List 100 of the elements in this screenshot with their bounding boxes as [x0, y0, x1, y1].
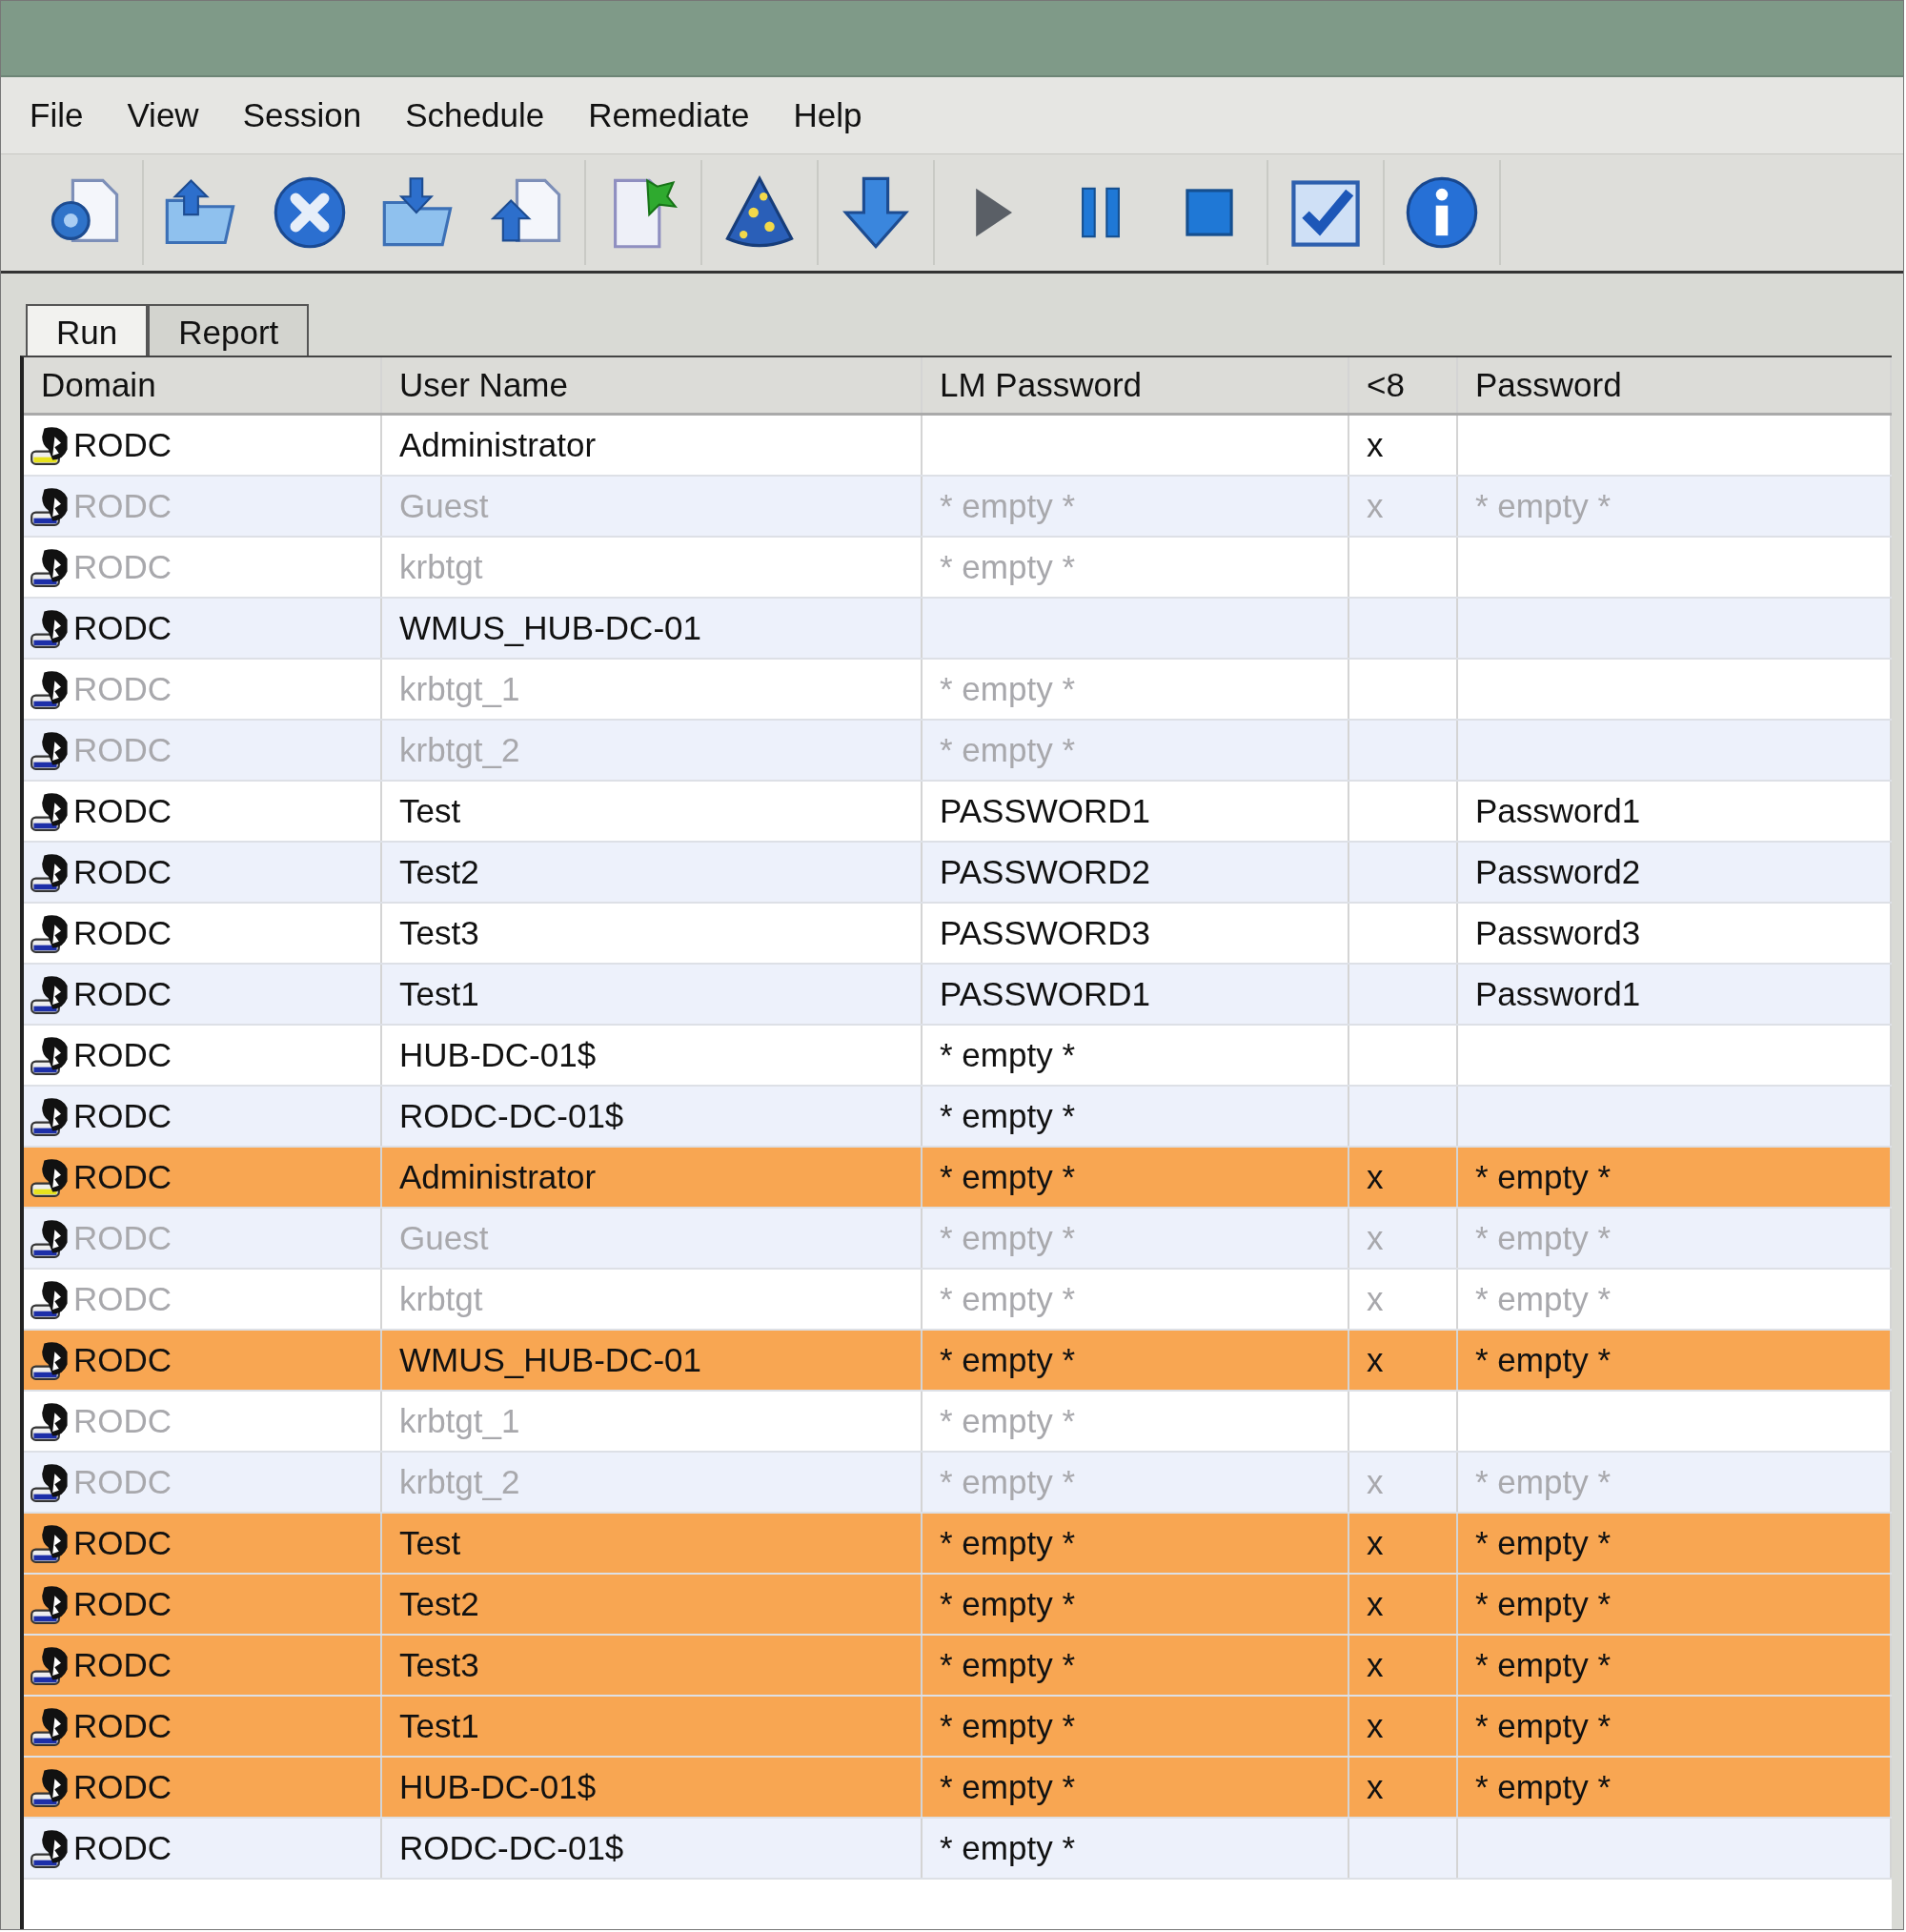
- domain-cell: RODC: [73, 731, 172, 769]
- user-name-cell: WMUS_HUB-DC-01: [399, 609, 701, 647]
- domain-cell: RODC: [73, 853, 172, 891]
- menu-item[interactable]: File: [30, 92, 84, 138]
- user-name-cell: Test: [399, 1524, 461, 1562]
- table-row[interactable]: RODC Test PASSWORD1 Password1: [24, 782, 1892, 843]
- password-cell: Password3: [1475, 914, 1641, 952]
- short-password-cell: x: [1367, 1707, 1384, 1745]
- column-header[interactable]: Domain: [24, 357, 382, 413]
- user-name-cell: HUB-DC-01$: [399, 1036, 597, 1074]
- table-row[interactable]: RODC HUB-DC-01$ * empty *: [24, 1026, 1892, 1087]
- column-header[interactable]: <8: [1349, 357, 1458, 413]
- user-name-cell: Test3: [399, 1646, 479, 1684]
- password-cell: * empty *: [1475, 487, 1611, 525]
- short-password-cell: x: [1367, 487, 1384, 525]
- password-cell: * empty *: [1475, 1768, 1611, 1806]
- domain-cell: RODC: [73, 914, 172, 952]
- table-row[interactable]: RODC Test3 * empty * x * empty *: [24, 1636, 1892, 1697]
- column-header[interactable]: Password: [1458, 357, 1892, 413]
- lm-password-cell: * empty *: [940, 670, 1075, 708]
- lm-password-cell: * empty *: [940, 1524, 1075, 1562]
- short-password-cell: x: [1367, 1585, 1384, 1623]
- lm-password-cell: * empty *: [940, 1402, 1075, 1440]
- column-header[interactable]: User Name: [382, 357, 923, 413]
- password-cell: * empty *: [1475, 1463, 1611, 1501]
- user-name-cell: Test1: [399, 1707, 479, 1745]
- user-name-cell: RODC-DC-01$: [399, 1829, 624, 1867]
- password-cell: * empty *: [1475, 1524, 1611, 1562]
- password-cell: * empty *: [1475, 1158, 1611, 1196]
- user-name-cell: krbtgt_1: [399, 670, 520, 708]
- user-name-cell: krbtgt_1: [399, 1402, 520, 1440]
- table-row[interactable]: RODC Test1 * empty * x * empty *: [24, 1697, 1892, 1758]
- menu-item[interactable]: Session: [242, 92, 362, 138]
- menu-item[interactable]: Schedule: [405, 92, 545, 138]
- lm-password-cell: * empty *: [940, 1097, 1075, 1135]
- domain-cell: RODC: [73, 1524, 172, 1562]
- tab[interactable]: Run: [26, 304, 149, 356]
- user-name-cell: Guest: [399, 1219, 489, 1257]
- lm-password-cell: PASSWORD1: [940, 792, 1151, 830]
- menu-item[interactable]: View: [127, 92, 199, 138]
- table-row[interactable]: RODC Test3 PASSWORD3 Password3: [24, 904, 1892, 965]
- short-password-cell: x: [1367, 1219, 1384, 1257]
- lm-password-cell: * empty *: [940, 487, 1075, 525]
- domain-cell: RODC: [73, 670, 172, 708]
- user-name-cell: krbtgt_2: [399, 1463, 520, 1501]
- user-name-cell: Test3: [399, 914, 479, 952]
- lm-password-cell: * empty *: [940, 1463, 1075, 1501]
- domain-cell: RODC: [73, 975, 172, 1013]
- lm-password-cell: PASSWORD1: [940, 975, 1151, 1013]
- domain-cell: RODC: [73, 1768, 172, 1806]
- column-header[interactable]: LM Password: [923, 357, 1349, 413]
- password-cell: Password1: [1475, 975, 1641, 1013]
- lm-password-cell: * empty *: [940, 548, 1075, 586]
- password-cell: * empty *: [1475, 1219, 1611, 1257]
- user-name-cell: WMUS_HUB-DC-01: [399, 1341, 701, 1379]
- domain-cell: RODC: [73, 487, 172, 525]
- table-row[interactable]: RODC WMUS_HUB-DC-01: [24, 599, 1892, 660]
- table-row[interactable]: RODC Test1 PASSWORD1 Password1: [24, 965, 1892, 1026]
- table-row[interactable]: RODC Administrator * empty * x * empty *: [24, 1148, 1892, 1209]
- password-cell: Password1: [1475, 792, 1641, 830]
- domain-cell: RODC: [73, 609, 172, 647]
- domain-cell: RODC: [73, 548, 172, 586]
- short-password-cell: x: [1367, 1646, 1384, 1684]
- table-row[interactable]: RODC Test2 PASSWORD2 Password2: [24, 843, 1892, 904]
- lm-password-cell: PASSWORD2: [940, 853, 1151, 891]
- table-row[interactable]: RODC WMUS_HUB-DC-01 * empty * x * empty *: [24, 1331, 1892, 1392]
- short-password-cell: x: [1367, 426, 1384, 464]
- domain-cell: RODC: [73, 1036, 172, 1074]
- menu-item[interactable]: Help: [793, 92, 862, 138]
- user-name-cell: krbtgt_2: [399, 731, 520, 769]
- user-name-cell: RODC-DC-01$: [399, 1097, 624, 1135]
- domain-cell: RODC: [73, 1585, 172, 1623]
- table-row[interactable]: RODC RODC-DC-01$ * empty *: [24, 1087, 1892, 1148]
- tab[interactable]: Report: [148, 304, 310, 356]
- menu-item[interactable]: Remediate: [588, 92, 750, 138]
- short-password-cell: x: [1367, 1463, 1384, 1501]
- table-row[interactable]: RODC RODC-DC-01$ * empty *: [24, 1819, 1892, 1880]
- lm-password-cell: * empty *: [940, 731, 1075, 769]
- password-cell: Password2: [1475, 853, 1641, 891]
- domain-cell: RODC: [73, 1463, 172, 1501]
- lm-password-cell: * empty *: [940, 1585, 1075, 1623]
- domain-cell: RODC: [73, 1707, 172, 1745]
- short-password-cell: x: [1367, 1158, 1384, 1196]
- table-row[interactable]: RODC HUB-DC-01$ * empty * x * empty *: [24, 1758, 1892, 1819]
- user-name-cell: Test2: [399, 1585, 479, 1623]
- password-cell: * empty *: [1475, 1341, 1611, 1379]
- user-name-cell: Administrator: [399, 1158, 597, 1196]
- lm-password-cell: * empty *: [940, 1036, 1075, 1074]
- password-cell: * empty *: [1475, 1707, 1611, 1745]
- domain-cell: RODC: [73, 1280, 172, 1318]
- domain-cell: RODC: [73, 1341, 172, 1379]
- table-row[interactable]: RODC Administrator x: [24, 416, 1892, 477]
- lm-password-cell: * empty *: [940, 1768, 1075, 1806]
- user-name-cell: Test2: [399, 853, 479, 891]
- password-cell: * empty *: [1475, 1646, 1611, 1684]
- domain-cell: RODC: [73, 1829, 172, 1867]
- table-row[interactable]: RODC Test2 * empty * x * empty *: [24, 1575, 1892, 1636]
- domain-cell: RODC: [73, 1097, 172, 1135]
- table-row[interactable]: RODC Test * empty * x * empty *: [24, 1514, 1892, 1575]
- short-password-cell: x: [1367, 1341, 1384, 1379]
